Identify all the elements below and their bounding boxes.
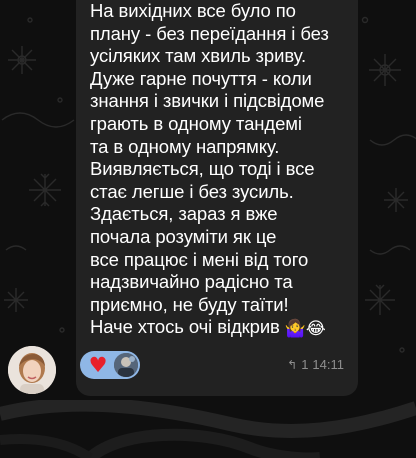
reply-count[interactable]: 1	[301, 356, 308, 374]
reactor-avatar-image	[114, 353, 138, 377]
reactor-avatar[interactable]	[114, 353, 138, 377]
reply-icon[interactable]: ↰	[287, 356, 297, 374]
message-time: 14:11	[312, 357, 344, 372]
message-line: надзвичайно радісно та	[90, 271, 293, 293]
message-meta: ↰ 1 14:11	[287, 356, 344, 374]
message-line: Наче хтось очі відкрив	[90, 316, 280, 338]
message-line: плану - без переїдання і без	[90, 22, 329, 44]
message-text: На вихідних все було по плану - без пере…	[90, 0, 352, 341]
message-line: все працює і мені від того	[90, 248, 309, 270]
message-line: та в одному напрямку.	[90, 135, 280, 157]
message-line: Здається, зараз я вже	[90, 203, 278, 225]
bottom-decoration	[0, 400, 416, 458]
message-line: На вихідних все було по	[90, 0, 296, 21]
message-line: приємно, не буду таїти!	[90, 293, 289, 315]
message-line: Дуже гарне почуття - коли	[90, 67, 312, 89]
chat-area: На вихідних все було по плану - без пере…	[0, 0, 416, 400]
swirl-decoration	[0, 400, 416, 458]
shrug-laugh-emoji: 🤷‍♀️😂	[284, 319, 326, 340]
message-line: Виявляється, що тоді і все	[90, 158, 315, 180]
message-last-line: Наче хтось очі відкрив 🤷‍♀️😂	[90, 316, 352, 341]
reactions-pill[interactable]: ♥	[80, 351, 140, 379]
message-line: почала розуміти як це	[90, 225, 277, 247]
message-line: усіляких там хвиль зриву.	[90, 45, 306, 67]
message-line: знання і звички і підсвідоме	[90, 90, 325, 112]
heart-reaction-icon: ♥	[88, 353, 108, 377]
message-line: стає легше і без зусиль.	[90, 180, 294, 202]
message-line: грають в одному тандемі	[90, 112, 302, 134]
sender-avatar-image	[8, 346, 56, 394]
message-bubble[interactable]: На вихідних все було по плану - без пере…	[76, 0, 358, 396]
sender-avatar[interactable]	[8, 346, 56, 394]
